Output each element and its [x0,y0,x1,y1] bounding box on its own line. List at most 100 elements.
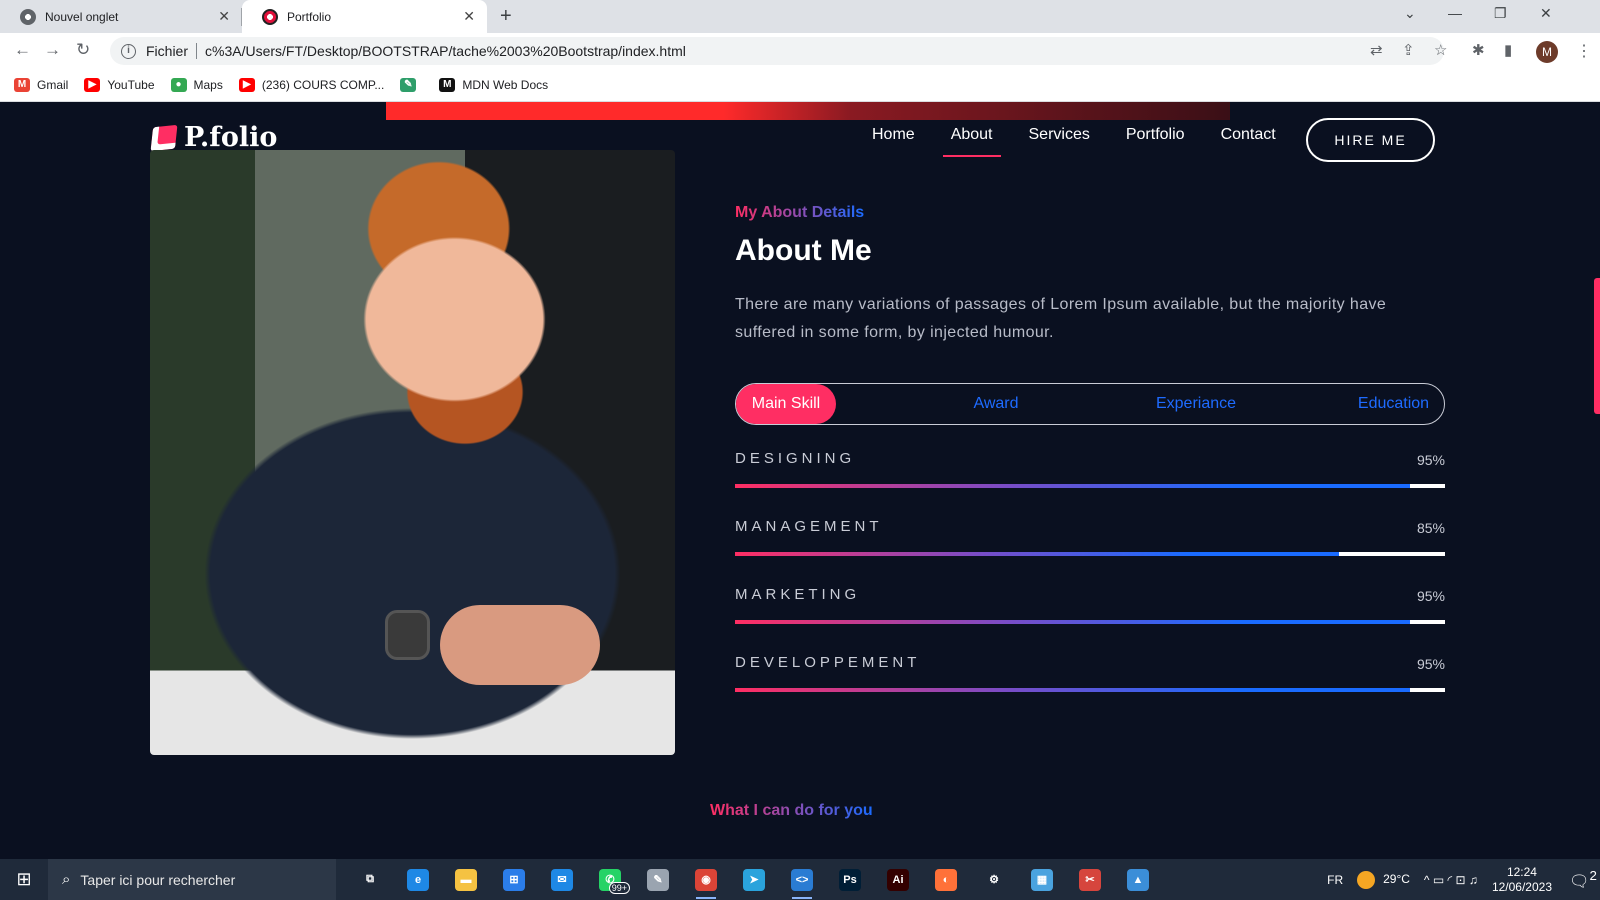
clock[interactable]: 12:24 12/06/2023 [1492,865,1552,895]
tab-portfolio[interactable]: Portfolio ✕ [242,0,487,33]
gmail-icon: M [14,78,30,92]
tab-education[interactable]: Education [1346,384,1441,424]
back-arrow-icon[interactable]: ← [14,40,31,60]
nav-home[interactable]: Home [872,126,915,156]
new-tab-button[interactable]: + [500,5,512,28]
bookmark-star-icon[interactable]: ☆ [1434,41,1447,59]
url-text[interactable]: c%3A/Users/FT/Desktop/BOOTSTRAP/tache%20… [205,43,686,59]
browser-tab-strip: Nouvel onglet ✕ Portfolio ✕ + ⌄ — ❐ ✕ [0,0,1600,33]
taskbar-app[interactable]: ✆ 99+ [586,859,634,900]
skill-progress-fill [735,688,1410,692]
reload-icon[interactable]: ↻ [76,40,90,60]
taskbar-app[interactable]: Ps [826,859,874,900]
about-heading: About Me [735,234,872,267]
restore-button[interactable]: ❐ [1494,5,1507,22]
bookmark-mdn[interactable]: M MDN Web Docs [439,78,548,92]
nav-contact[interactable]: Contact [1221,126,1276,156]
hire-me-button[interactable]: HIRE ME [1306,118,1435,162]
weather-widget[interactable]: 29°C [1357,870,1410,889]
language-indicator[interactable]: FR [1327,873,1343,887]
translate-icon[interactable]: ⇄ [1370,41,1383,59]
taskbar-app[interactable]: ✉ [538,859,586,900]
extensions-icon[interactable]: ✱ [1472,41,1485,59]
tab-experience[interactable]: Experiance [1136,384,1256,424]
bookmark-gmail[interactable]: M Gmail [14,78,68,92]
taskbar-app[interactable]: ▦ [1018,859,1066,900]
taskbar-app[interactable]: Ai [874,859,922,900]
hero-image-edge [386,102,1230,120]
browser-menu-icon[interactable]: ⋮ [1576,41,1592,61]
mdn-icon: M [439,78,456,92]
close-window-button[interactable]: ✕ [1540,5,1552,22]
taskbar-search[interactable]: ⌕ Taper ici pour rechercher [48,859,336,900]
close-tab-icon[interactable]: ✕ [463,9,475,23]
site-logo[interactable]: P.folio [150,122,277,153]
skill-percent: 95% [1416,656,1445,672]
nav-services[interactable]: Services [1029,126,1090,156]
youtube-icon: ▶ [238,78,255,92]
system-tray: FR 29°C ^ ▭ ◜ ⊡ ♫ 12:24 12/06/2023 🗨2 [1327,859,1600,900]
skill-row: MARKETING 95% [735,586,1445,626]
bookmark-maps[interactable]: ● Maps [170,78,223,92]
chrome-newtab-icon [20,8,36,25]
url-scheme-label: Fichier [146,43,189,59]
bookmark-youtube[interactable]: ▶ YouTube [84,78,155,92]
tab-title: Nouvel onglet [45,9,119,24]
snipping-tool-icon: ✂ [1079,868,1101,891]
windows-taskbar: ⊞ ⌕ Taper ici pour rechercher ⧉ e ▬ ⊞ ✉ ✆ 99+ ✎… [0,859,1600,900]
chrome-icon: ◉ [695,868,717,891]
notification-icon: 🗨 [1569,873,1590,891]
bookmark-cours-comp[interactable]: ▶ (236) COURS COMP... [238,78,385,92]
weather-sun-icon [1357,870,1376,889]
address-bar[interactable]: i Fichier c%3A/Users/FT/Desktop/BOOTSTRA… [110,37,1444,65]
page-viewport: P.folio Home About Services Portfolio Co… [0,102,1600,859]
temperature: 29°C [1383,871,1410,886]
tray-icons[interactable]: ^ ▭ ◜ ⊡ ♫ [1424,873,1478,887]
tab-new-tab[interactable]: Nouvel onglet ✕ [0,0,242,33]
profile-avatar[interactable]: M [1536,41,1558,63]
skill-progress-fill [735,484,1410,488]
share-icon[interactable]: ⇪ [1402,41,1415,59]
taskbar-app[interactable]: ⧉ [346,859,394,900]
taskbar-app[interactable]: <> [778,859,826,900]
taskbar-app[interactable]: ▬ [442,859,490,900]
taskbar-app[interactable]: ✂ [1066,859,1114,900]
nav-portfolio[interactable]: Portfolio [1126,126,1185,156]
site-info-icon[interactable]: i [121,43,136,59]
photoshop-icon: Ps [839,868,861,891]
mail-icon: ✉ [551,868,573,891]
tab-award[interactable]: Award [956,384,1036,424]
firefox-icon: ◐ [935,868,957,891]
youtube-icon: ▶ [84,78,101,92]
profile-photo [150,150,675,755]
notification-count: 2 [1589,867,1597,883]
skill-percent: 95% [1416,452,1445,468]
skill-tabs: Main Skill Award Experiance Education [735,383,1445,425]
taskbar-app[interactable]: ⊞ [490,859,538,900]
bookmark-label: Gmail [37,78,69,92]
side-panel-icon[interactable]: ▮ [1504,41,1512,59]
paint-icon: ✎ [647,868,669,891]
omnibox-divider [196,43,198,59]
bookmark-label: (236) COURS COMP... [261,78,385,92]
taskbar-app[interactable]: ◉ [682,859,730,900]
taskbar-app[interactable]: e [394,859,442,900]
taskbar-app[interactable]: ➤ [730,859,778,900]
start-button[interactable]: ⊞ [0,859,48,900]
about-subtitle: My About Details [735,204,865,221]
bookmark-label: MDN Web Docs [462,78,549,92]
forward-arrow-icon[interactable]: → [44,40,61,60]
taskbar-app[interactable]: ▲ [1114,859,1162,900]
taskbar-app[interactable]: ⚙ [970,859,1018,900]
taskbar-app[interactable]: ◐ [922,859,970,900]
tab-main-skill[interactable]: Main Skill [736,384,836,424]
notification-center-button[interactable]: 🗨2 [1566,868,1600,891]
tab-search-icon[interactable]: ⌄ [1404,5,1416,22]
close-tab-icon[interactable]: ✕ [218,9,230,23]
nav-about[interactable]: About [942,126,1001,157]
scroll-indicator[interactable] [1594,278,1600,414]
bookmark-unnamed[interactable]: ✎ [400,78,423,92]
taskbar-app[interactable]: ✎ [634,859,682,900]
minimize-button[interactable]: — [1448,5,1462,21]
skill-progress-fill [735,552,1339,556]
